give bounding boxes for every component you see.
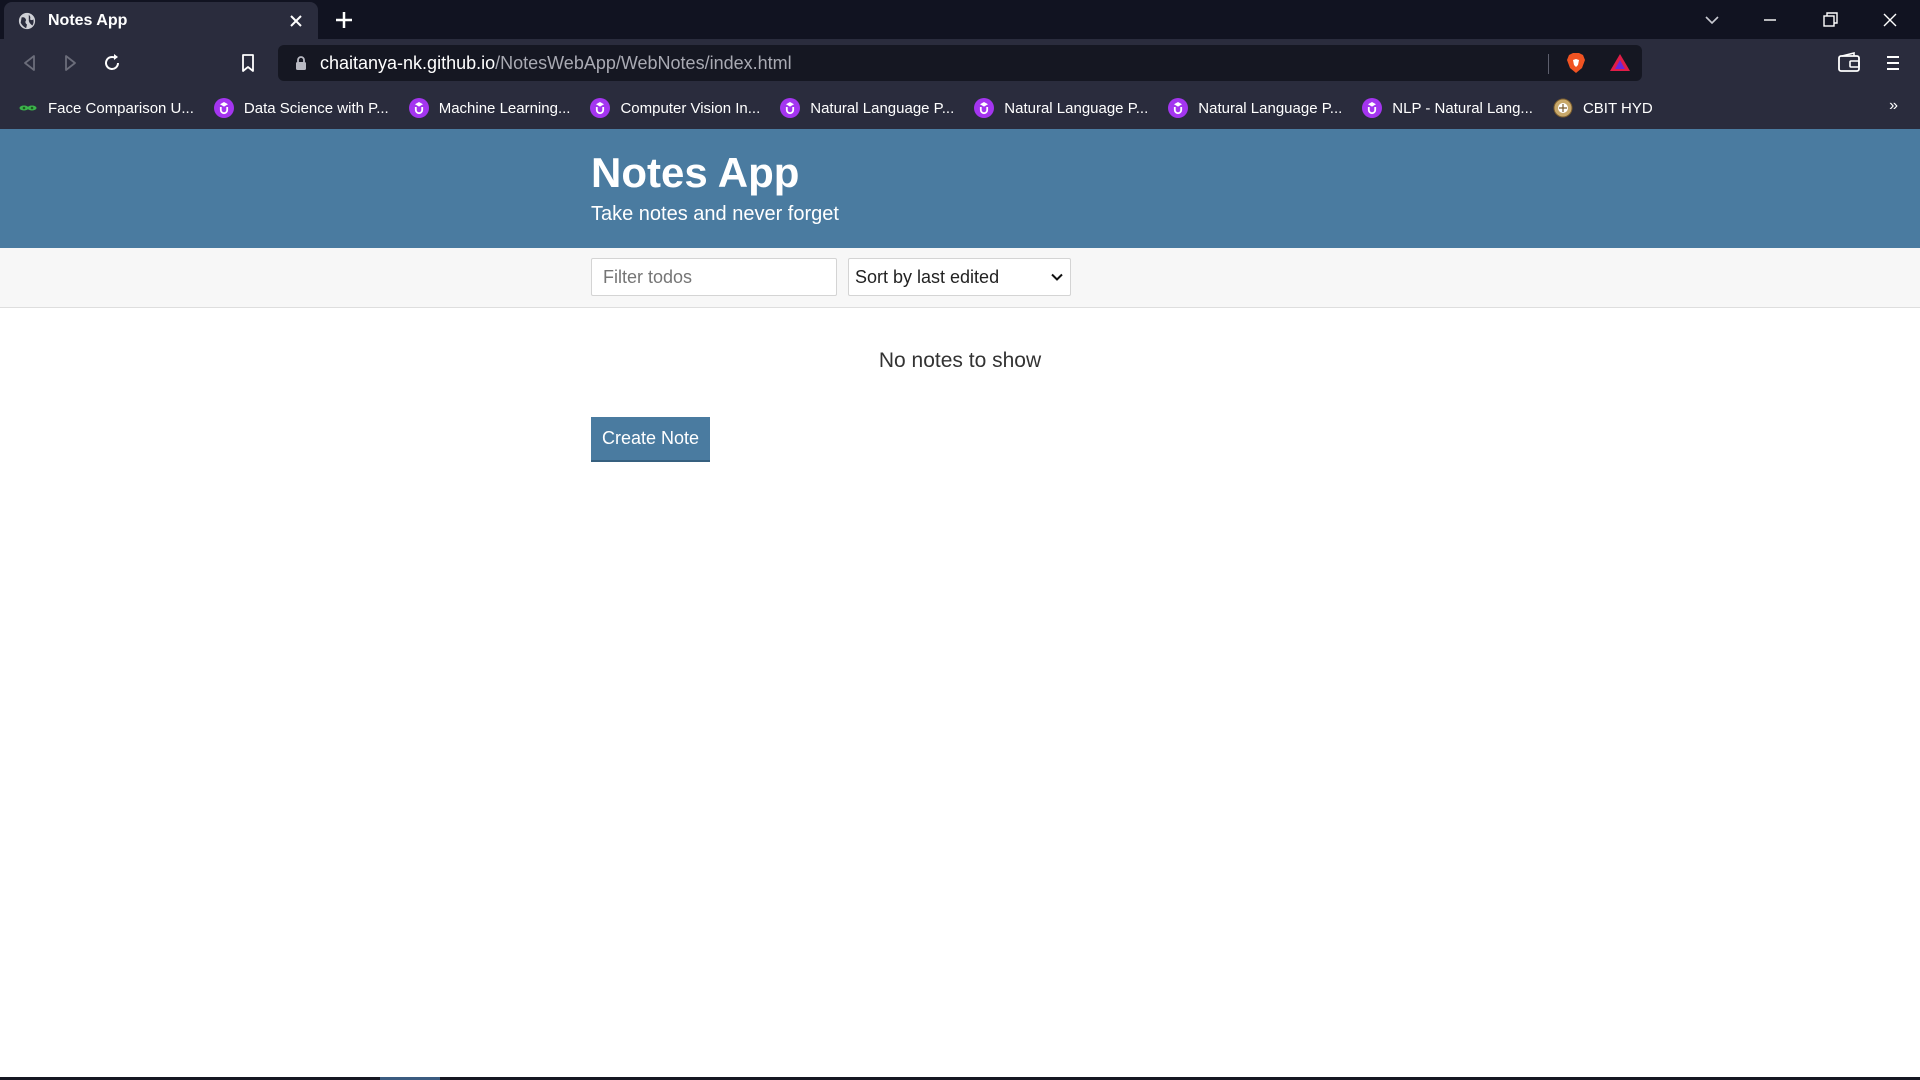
- tab-list-chevron-icon[interactable]: [1700, 8, 1724, 32]
- udemy-icon: [780, 98, 801, 118]
- app-header: Notes App Take notes and never forget: [0, 129, 1920, 248]
- globe-icon: [18, 12, 36, 29]
- bookmarks-overflow-chevron[interactable]: »: [1889, 97, 1898, 115]
- bookmark-item[interactable]: Natural Language P...: [1168, 92, 1342, 124]
- empty-notes-message: No notes to show: [878, 349, 1042, 372]
- udemy-icon: [1362, 98, 1383, 118]
- lock-icon: [296, 56, 306, 70]
- new-tab-icon[interactable]: [332, 8, 356, 32]
- udemy-icon: [408, 98, 429, 118]
- close-window-icon[interactable]: [1878, 8, 1902, 32]
- address-bar[interactable]: chaitanya-nk.github.io/NotesWebApp/WebNo…: [278, 45, 1642, 81]
- bookmark-item[interactable]: Natural Language P...: [974, 92, 1148, 124]
- sort-select[interactable]: Sort by last edited: [848, 258, 1071, 296]
- wallet-icon[interactable]: [1836, 50, 1862, 76]
- bookmark-item[interactable]: Face Comparison U...: [18, 92, 194, 124]
- restore-icon[interactable]: [1818, 8, 1842, 32]
- browser-toolbar: chaitanya-nk.github.io/NotesWebApp/WebNo…: [0, 39, 1920, 87]
- filter-input[interactable]: [591, 258, 837, 296]
- page-title: Notes App: [591, 149, 800, 196]
- url-divider: [1548, 54, 1549, 74]
- bookmark-item[interactable]: Data Science with P...: [213, 92, 389, 124]
- sort-selected-value: Sort by last edited: [855, 266, 1000, 287]
- reload-icon[interactable]: [100, 51, 124, 75]
- close-tab-icon[interactable]: [288, 13, 304, 29]
- bookmark-item[interactable]: NLP - Natural Lang...: [1362, 92, 1533, 124]
- page-content: Notes App Take notes and never forget So…: [0, 129, 1920, 1080]
- back-icon[interactable]: [18, 51, 42, 75]
- udemy-icon: [974, 98, 995, 118]
- udemy-icon: [1168, 98, 1189, 118]
- brave-rewards-icon[interactable]: [1608, 51, 1632, 75]
- bookmark-item[interactable]: Natural Language P...: [780, 92, 954, 124]
- minimize-icon[interactable]: [1758, 8, 1782, 32]
- bookmark-item[interactable]: Machine Learning...: [408, 92, 570, 124]
- bookmark-item[interactable]: CBIT HYD: [1553, 92, 1653, 124]
- actions-bar: Sort by last edited: [0, 248, 1920, 308]
- browser-tab[interactable]: Notes App: [4, 2, 318, 39]
- hamburger-menu-icon[interactable]: [1880, 50, 1906, 76]
- brave-shields-icon[interactable]: [1564, 51, 1588, 75]
- udemy-icon: [213, 98, 234, 118]
- url-host: chaitanya-nk.github.io: [320, 52, 496, 73]
- green-eyes-icon: [19, 105, 37, 111]
- forward-icon[interactable]: [58, 51, 82, 75]
- bookmark-item[interactable]: Computer Vision In...: [590, 92, 760, 124]
- create-note-button[interactable]: Create Note: [591, 417, 710, 462]
- url-path: /NotesWebApp/WebNotes/index.html: [495, 52, 792, 73]
- cbit-logo-icon: [1553, 98, 1573, 118]
- bookmarks-bar: Face Comparison U... Data Science with P…: [0, 87, 1920, 129]
- tab-title: Notes App: [48, 11, 128, 29]
- bookmark-icon[interactable]: [236, 51, 260, 75]
- page-subtitle: Take notes and never forget: [591, 203, 839, 225]
- chevron-down-icon: [1051, 273, 1063, 281]
- udemy-icon: [590, 98, 611, 118]
- browser-tab-bar: Notes App: [0, 0, 1920, 39]
